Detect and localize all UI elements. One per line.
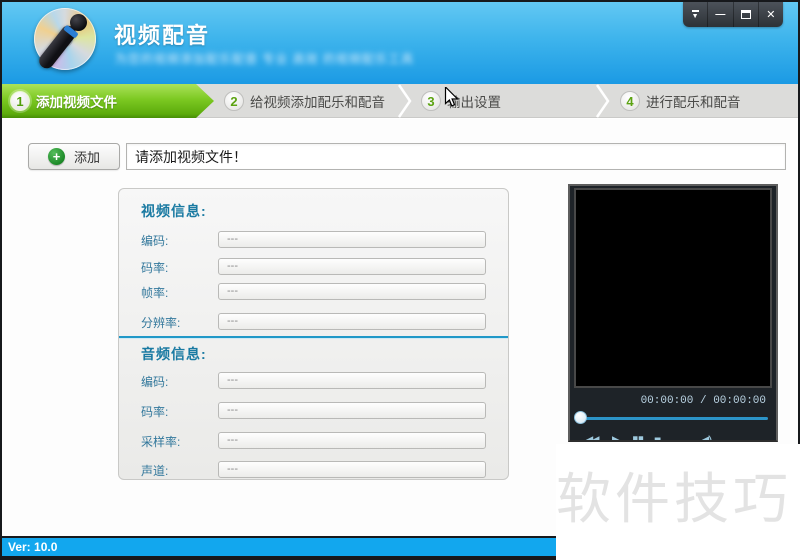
step-tab-output-settings[interactable]: 3 输出设置 (421, 84, 501, 118)
audio-bitrate-label: 码率: (141, 403, 168, 420)
video-bitrate-row: 码率: --- (119, 258, 508, 276)
plus-icon: + (48, 148, 65, 165)
window-border (0, 0, 2, 560)
app-window: 视频配音 为您的视频添加配乐配音 专业 高效 的视频配乐工具 ▼ — ✕ 1 添… (0, 0, 800, 560)
seek-bar[interactable] (578, 417, 768, 420)
chevron-down-icon: ▼ (692, 10, 699, 20)
video-screen (574, 188, 772, 388)
maximize-button[interactable] (733, 2, 758, 27)
step-tab-add-music[interactable]: 2 给视频添加配乐和配音 (224, 84, 385, 118)
volume-icon[interactable]: ◀) (700, 434, 711, 442)
audio-bitrate-value: --- (218, 402, 486, 419)
step-2-badge: 2 (224, 91, 244, 111)
video-resolution-value: --- (218, 313, 486, 330)
step-tab-run-dubbing[interactable]: 4 进行配乐和配音 (620, 84, 741, 118)
title-bar: 视频配音 为您的视频添加配乐配音 专业 高效 的视频配乐工具 ▼ — ✕ (0, 2, 800, 84)
video-bitrate-label: 码率: (141, 259, 168, 276)
video-file-field[interactable] (126, 143, 786, 170)
media-info-panel: 视频信息: 编码: --- 码率: --- 帧率: --- 分辨率: --- 音… (118, 188, 509, 480)
minimize-button[interactable]: — (707, 2, 732, 27)
video-framerate-row: 帧率: --- (119, 283, 508, 301)
status-bar: Ver: 10.0 (0, 538, 558, 556)
audio-samplerate-label: 采样率: (141, 433, 180, 450)
close-button[interactable]: ✕ (758, 2, 783, 27)
audio-channels-label: 声道: (141, 462, 168, 479)
close-icon: ✕ (766, 8, 775, 21)
video-preview-player: 00:00:00 / 00:00:00 ◀◀ ▶ ▮▮ ■ ◀) (568, 184, 778, 442)
video-info-title: 视频信息: (141, 201, 207, 221)
step-1-label: 添加视频文件 (36, 91, 117, 111)
maximize-icon (741, 10, 751, 19)
video-codec-label: 编码: (141, 232, 168, 249)
step-4-badge: 4 (620, 91, 640, 111)
audio-channels-value: --- (218, 461, 486, 478)
play-icon[interactable]: ▶ (612, 434, 621, 442)
watermark-overlay: 软件技巧 (556, 444, 800, 560)
video-resolution-row: 分辨率: --- (119, 313, 508, 331)
stop-icon[interactable]: ■ (654, 434, 661, 442)
video-codec-row: 编码: --- (119, 231, 508, 249)
audio-samplerate-value: --- (218, 432, 486, 449)
video-resolution-label: 分辨率: (141, 314, 180, 331)
audio-codec-label: 编码: (141, 373, 168, 390)
window-controls: ▼ — ✕ (683, 2, 783, 27)
video-codec-value: --- (218, 231, 486, 248)
audio-codec-value: --- (218, 372, 486, 389)
video-framerate-label: 帧率: (141, 284, 168, 301)
step-2-label: 给视频添加配乐和配音 (250, 91, 385, 111)
app-title: 视频配音 (114, 18, 210, 50)
pause-icon[interactable]: ▮▮ (632, 434, 643, 442)
status-bar-border (0, 556, 560, 560)
app-logo-icon (28, 6, 98, 76)
time-display: 00:00:00 / 00:00:00 (641, 395, 766, 407)
step-3-badge: 3 (421, 91, 441, 111)
video-bitrate-value: --- (218, 258, 486, 275)
section-divider (119, 336, 508, 338)
window-border (0, 0, 800, 2)
menu-button[interactable]: ▼ (683, 2, 707, 27)
steps-bar: 1 添加视频文件 2 给视频添加配乐和配音 3 输出设置 4 进行配乐和配音 (0, 84, 800, 118)
audio-samplerate-row: 采样率: --- (119, 432, 508, 450)
tab-separator-chevron (596, 84, 610, 118)
mouse-cursor-icon (444, 87, 459, 108)
add-video-button[interactable]: + 添加 (28, 143, 120, 170)
step-tab-add-video[interactable]: 1 添加视频文件 (0, 84, 214, 118)
tab-separator-chevron (398, 84, 412, 118)
rewind-icon[interactable]: ◀◀ (584, 434, 596, 442)
step-1-badge: 1 (10, 91, 30, 111)
app-subtitle-blurred: 为您的视频添加配乐配音 专业 高效 的视频配乐工具 (115, 50, 414, 67)
add-button-label: 添加 (74, 147, 100, 166)
watermark-text: 软件技巧 (556, 454, 792, 534)
minimize-icon: — (715, 9, 725, 20)
seek-thumb[interactable] (574, 411, 587, 424)
step-4-label: 进行配乐和配音 (646, 91, 741, 111)
audio-bitrate-row: 码率: --- (119, 402, 508, 420)
video-framerate-value: --- (218, 283, 486, 300)
audio-info-title: 音频信息: (141, 344, 207, 364)
audio-channels-row: 声道: --- (119, 461, 508, 479)
audio-codec-row: 编码: --- (119, 372, 508, 390)
